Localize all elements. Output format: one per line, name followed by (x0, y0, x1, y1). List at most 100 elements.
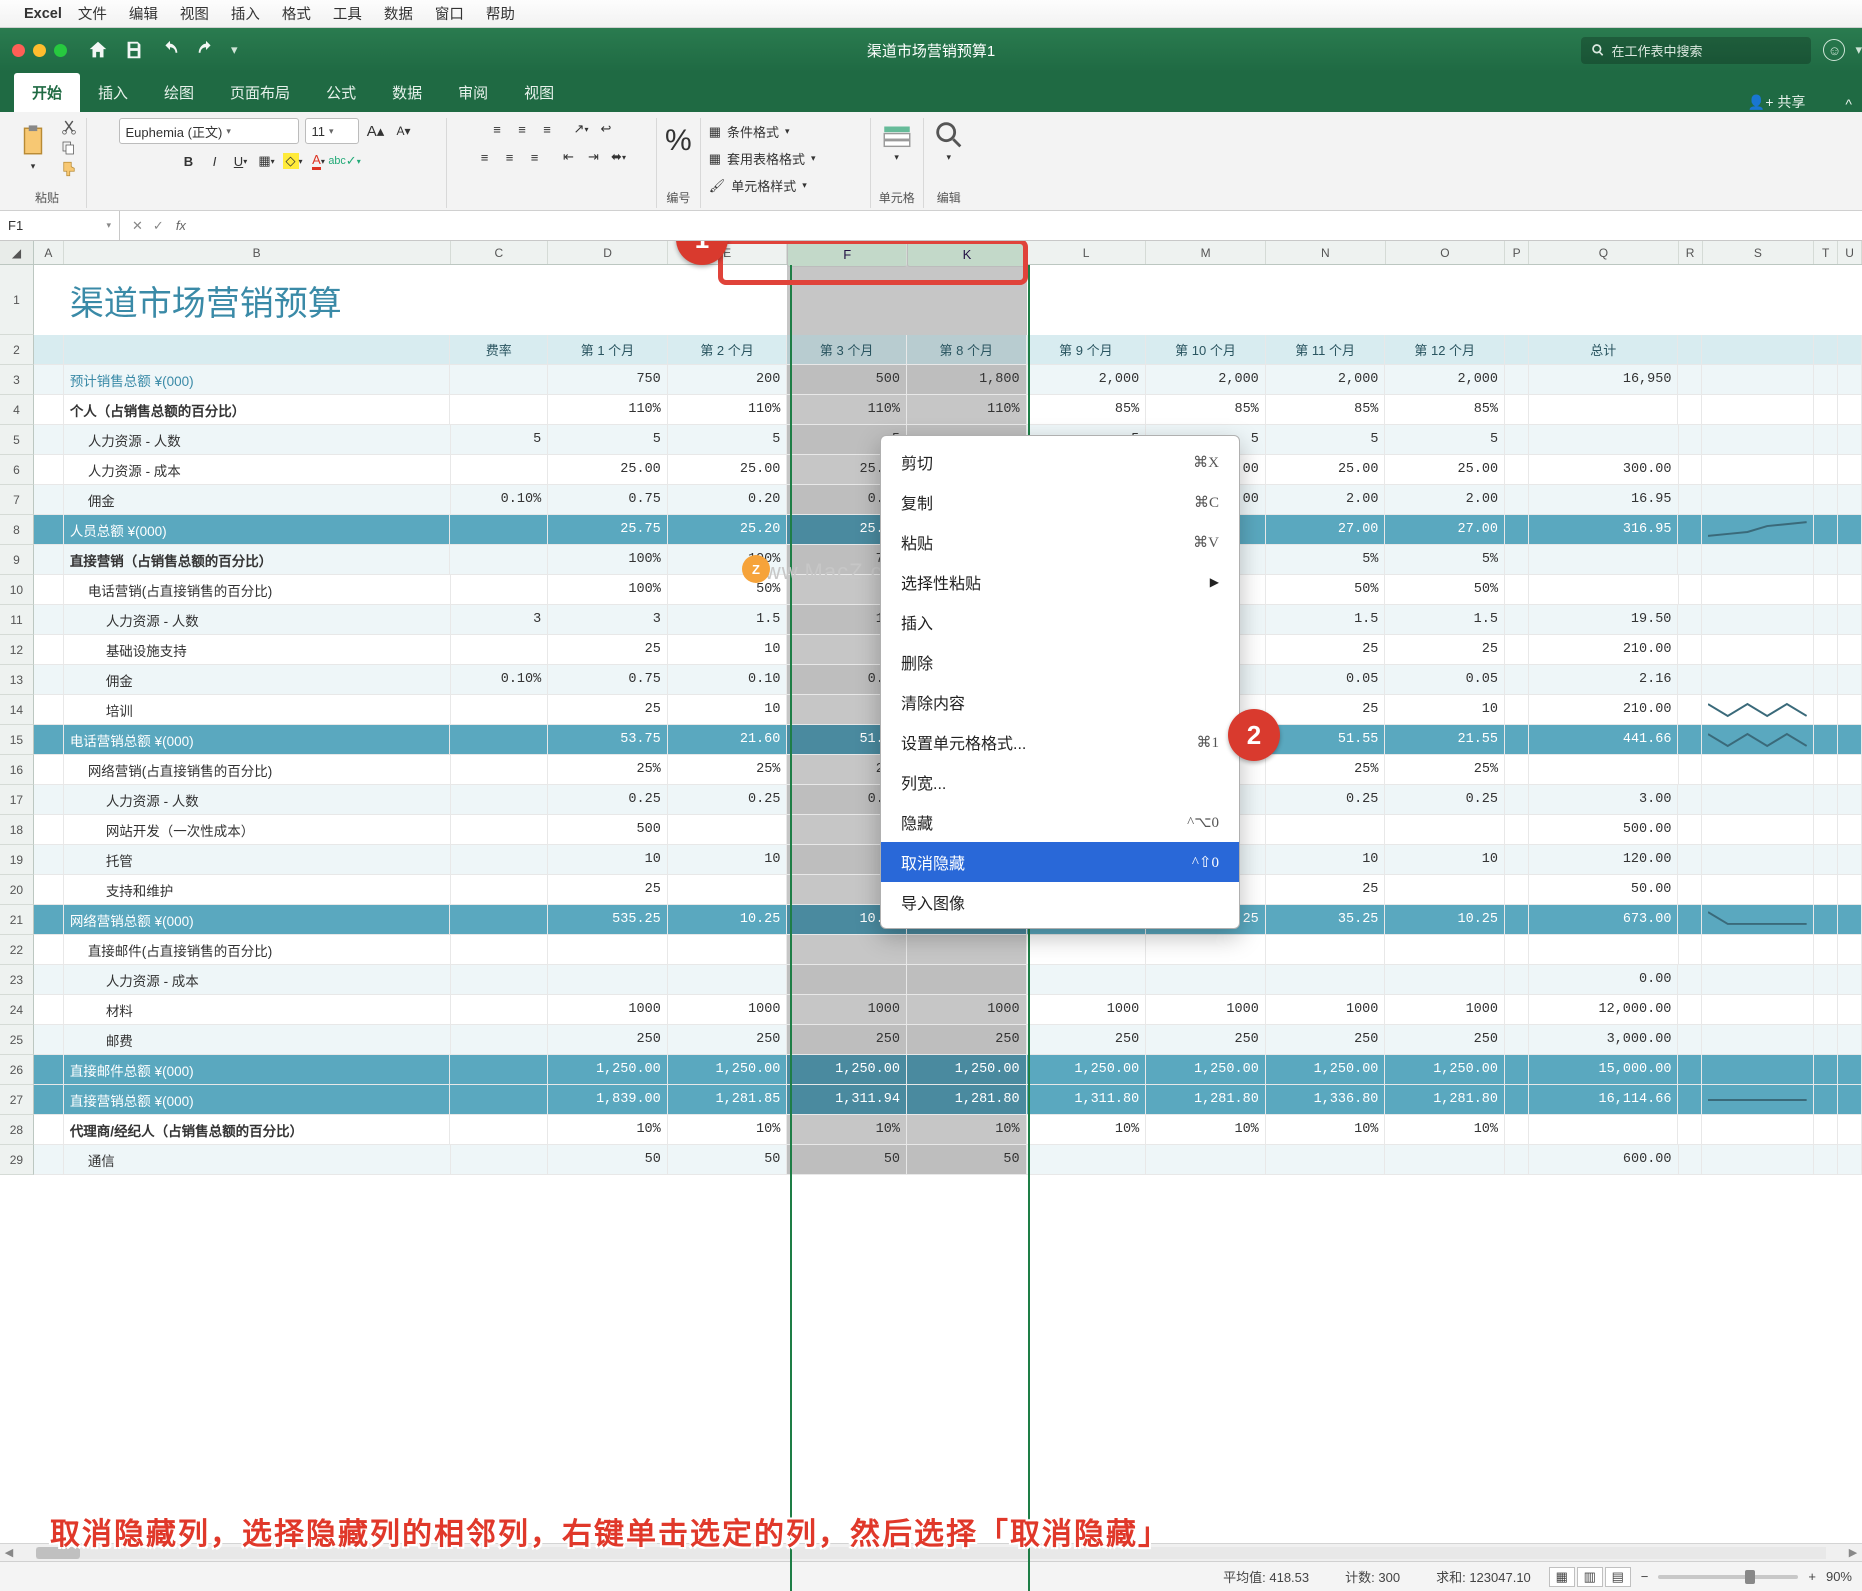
row-header[interactable]: 9 (0, 545, 34, 575)
cell[interactable]: 21.55 (1385, 725, 1505, 755)
row-label[interactable]: 基础设施支持 (64, 635, 451, 665)
percent-icon[interactable]: % (665, 124, 692, 158)
col-header-k[interactable]: K (907, 241, 1027, 267)
cell[interactable] (1838, 365, 1862, 395)
cell[interactable]: 2.00 (1385, 485, 1505, 515)
sparkline-cell[interactable] (1702, 575, 1814, 605)
menu-format[interactable]: 格式 (282, 3, 311, 24)
cell[interactable]: 1,311.80 (1027, 1085, 1147, 1115)
sparkline-cell[interactable] (1702, 695, 1814, 725)
menu-view[interactable]: 视图 (180, 3, 209, 24)
cell[interactable] (1027, 965, 1147, 995)
row-label[interactable]: 托管 (64, 845, 451, 875)
cell[interactable] (1838, 1025, 1862, 1055)
underline-icon[interactable]: U▾ (230, 150, 252, 172)
cell[interactable] (1678, 605, 1702, 635)
cell[interactable]: 250 (907, 1025, 1027, 1055)
cell[interactable] (1814, 1145, 1838, 1175)
menu-window[interactable]: 窗口 (435, 3, 464, 24)
cell[interactable] (1814, 485, 1838, 515)
cell[interactable]: 0.75 (548, 485, 668, 515)
cell[interactable]: 25.00 (1266, 455, 1386, 485)
menu-data[interactable]: 数据 (384, 3, 413, 24)
cell-styles[interactable]: 🖌单元格样式▾ (709, 176, 807, 195)
share-button[interactable]: 👤+ 共享 (1748, 92, 1806, 112)
cell[interactable] (1146, 935, 1266, 965)
sparkline-cell[interactable] (1702, 935, 1814, 965)
cell[interactable] (1814, 365, 1838, 395)
cell[interactable] (1814, 785, 1838, 815)
cell[interactable]: 1.5 (668, 605, 788, 635)
cell[interactable] (451, 635, 549, 665)
cell[interactable]: 0.75 (548, 665, 668, 695)
format-painter-icon[interactable] (60, 160, 78, 178)
menu-edit[interactable]: 编辑 (129, 3, 158, 24)
row-label[interactable]: 网络营销(占直接销售的百分比) (64, 755, 451, 785)
cell[interactable] (34, 575, 64, 605)
tab-data[interactable]: 数据 (374, 73, 440, 112)
name-box[interactable]: F1▾ (0, 211, 120, 240)
col-header-o[interactable]: O (1386, 241, 1506, 264)
cell[interactable]: 10 (1385, 695, 1505, 725)
cell[interactable] (1838, 635, 1862, 665)
cell[interactable]: 3.00 (1529, 785, 1678, 815)
row-header[interactable]: 20 (0, 875, 34, 905)
cell[interactable]: 16.95 (1529, 485, 1679, 515)
cell[interactable]: 15,000.00 (1529, 1055, 1679, 1085)
cell[interactable] (1529, 755, 1679, 785)
row-label[interactable]: 支持和维护 (64, 875, 451, 905)
cell[interactable] (34, 1115, 64, 1145)
cell[interactable]: 19.50 (1529, 605, 1678, 635)
sparkline-cell[interactable] (1702, 815, 1814, 845)
cell[interactable]: 2,000 (1266, 365, 1386, 395)
cell[interactable] (1678, 845, 1702, 875)
cell[interactable] (1814, 1115, 1838, 1145)
cell[interactable] (451, 965, 549, 995)
fill-color-icon[interactable]: ◇▾ (282, 150, 304, 172)
cell[interactable] (1679, 935, 1703, 965)
row-header[interactable]: 14 (0, 695, 34, 725)
tab-review[interactable]: 审阅 (440, 73, 506, 112)
cell[interactable]: 5 (1266, 425, 1386, 455)
enter-formula-icon[interactable]: ✓ (153, 218, 164, 234)
cell[interactable] (1814, 905, 1838, 935)
cell[interactable]: 10.25 (1385, 905, 1505, 935)
cell[interactable]: 300.00 (1529, 455, 1679, 485)
tab-view[interactable]: 视图 (506, 73, 572, 112)
sparkline-cell[interactable] (1702, 1055, 1814, 1085)
cell[interactable]: 27.00 (1266, 515, 1386, 545)
col-header-d[interactable]: D (548, 241, 668, 264)
cell[interactable] (1838, 1055, 1862, 1085)
zoom-in-icon[interactable]: + (1808, 1569, 1816, 1584)
cell[interactable] (1838, 425, 1862, 455)
cell[interactable] (34, 905, 64, 935)
cell[interactable] (34, 365, 64, 395)
cell[interactable] (548, 935, 668, 965)
cell[interactable]: 10% (1385, 1115, 1505, 1145)
cell[interactable]: 25.20 (668, 515, 788, 545)
cell[interactable] (1266, 935, 1386, 965)
row-label[interactable]: 代理商/经纪人（占销售总额的百分比） (64, 1115, 451, 1145)
cell[interactable] (1838, 395, 1862, 425)
align-bottom-icon[interactable]: ≡ (536, 118, 558, 140)
cell[interactable] (1814, 1085, 1838, 1115)
row-header[interactable]: 6 (0, 455, 34, 485)
cell[interactable] (1678, 725, 1702, 755)
cell[interactable] (451, 1145, 549, 1175)
cell[interactable] (1838, 545, 1862, 575)
cell[interactable] (1678, 395, 1702, 425)
paste-icon[interactable] (16, 124, 50, 158)
tab-layout[interactable]: 页面布局 (212, 73, 308, 112)
row-header[interactable]: 17 (0, 785, 34, 815)
save-icon[interactable] (123, 39, 145, 61)
row-label[interactable]: 直接邮件(占直接销售的百分比) (64, 935, 451, 965)
cell[interactable] (1838, 605, 1862, 635)
cell[interactable]: 0.10% (451, 485, 549, 515)
cell[interactable]: 110% (548, 395, 668, 425)
col-header-a[interactable]: A (34, 241, 64, 264)
row-label[interactable]: 培训 (64, 695, 451, 725)
cell[interactable]: 5 (451, 425, 549, 455)
cell[interactable]: 25.75 (548, 515, 668, 545)
cell[interactable]: 1.5 (1266, 605, 1386, 635)
sparkline-cell[interactable] (1702, 605, 1814, 635)
